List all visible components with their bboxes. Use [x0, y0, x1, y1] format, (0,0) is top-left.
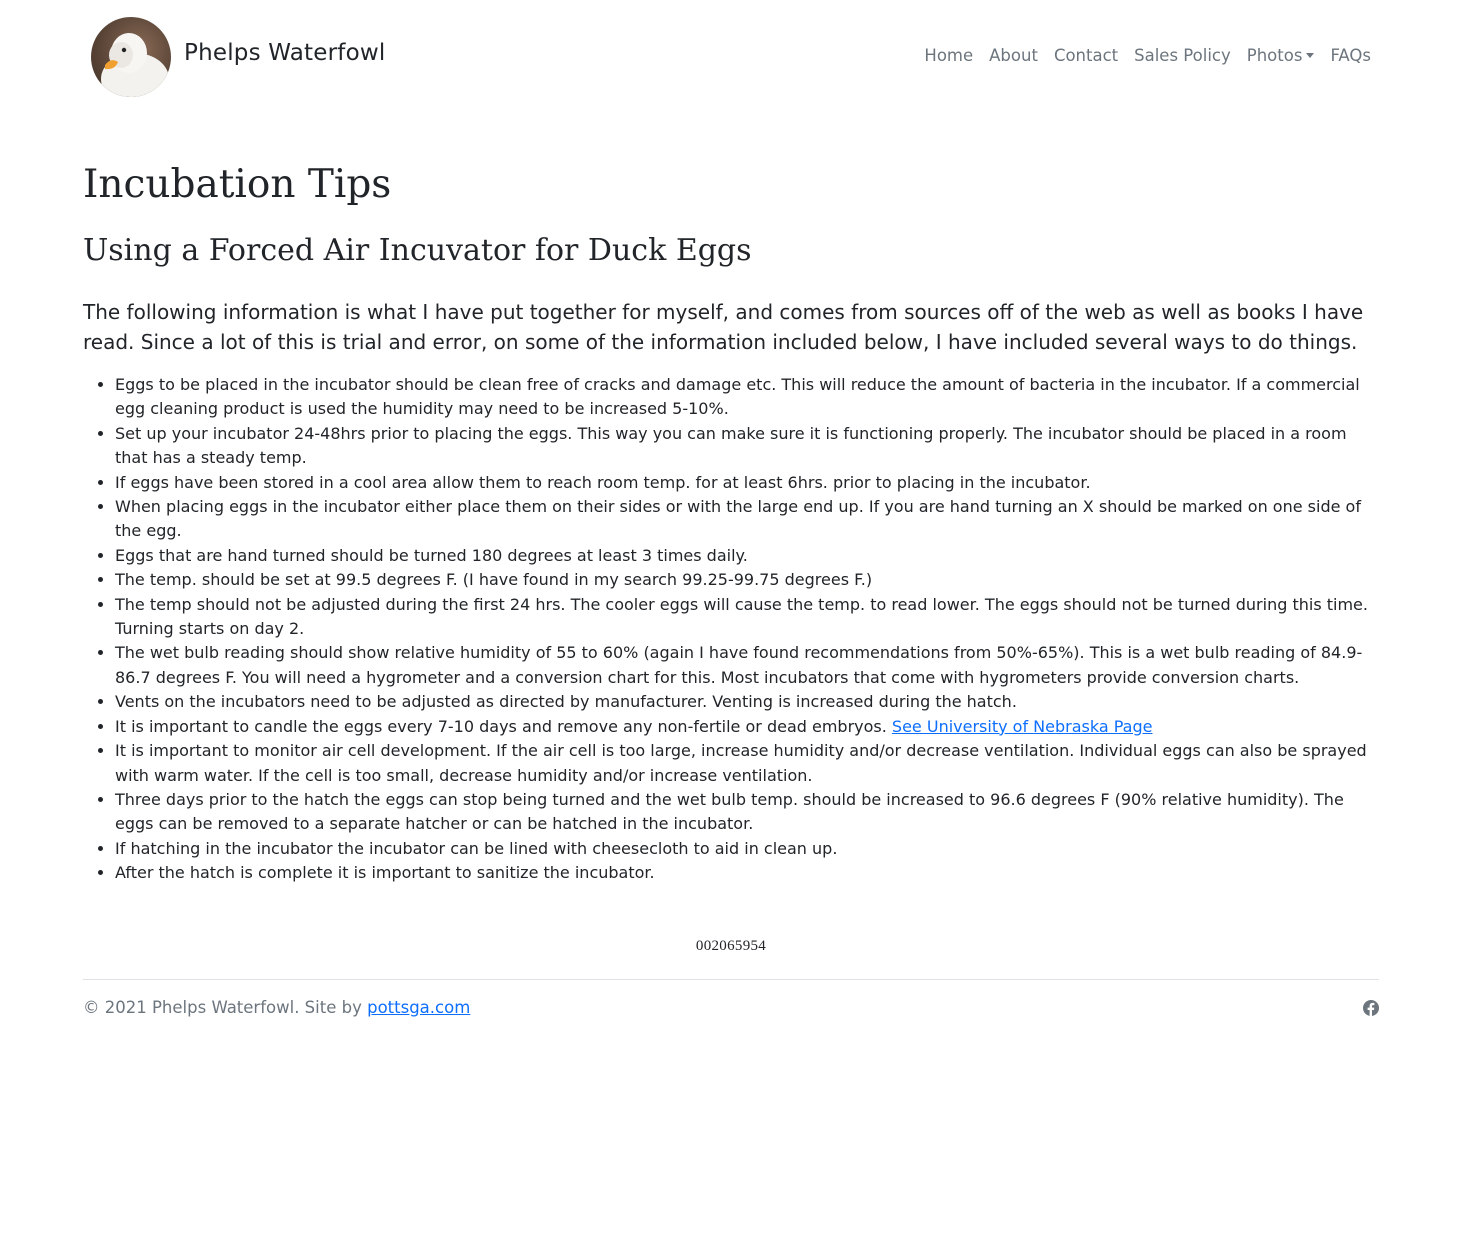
- list-item: Eggs that are hand turned should be turn…: [115, 544, 1379, 568]
- pottsga-link[interactable]: pottsga.com: [367, 998, 470, 1017]
- page-title: Incubation Tips: [83, 162, 392, 207]
- nav-home[interactable]: Home: [916, 46, 981, 65]
- list-item: If hatching in the incubator the incubat…: [115, 837, 1379, 861]
- duck-avatar[interactable]: [91, 17, 171, 97]
- nav-faqs[interactable]: FAQs: [1322, 46, 1379, 65]
- page-subtitle: Using a Forced Air Incuvator for Duck Eg…: [83, 233, 752, 268]
- nebraska-page-link[interactable]: See University of Nebraska Page: [892, 717, 1153, 736]
- site-header: Phelps Waterfowl Home About Contact Sale…: [83, 0, 1379, 116]
- list-item: After the hatch is complete it is import…: [115, 861, 1379, 885]
- list-item: The wet bulb reading should show relativ…: [115, 641, 1379, 690]
- brand[interactable]: Phelps Waterfowl: [91, 17, 385, 97]
- copyright-text: © 2021 Phelps Waterfowl. Site by: [83, 997, 368, 1017]
- facebook-icon[interactable]: [1363, 999, 1379, 1016]
- nav-contact[interactable]: Contact: [1046, 46, 1126, 65]
- chevron-down-icon: [1306, 53, 1315, 58]
- main-nav: Home About Contact Sales Policy Photos F…: [916, 46, 1379, 65]
- list-item: Vents on the incubators need to be adjus…: [115, 690, 1379, 714]
- tips-list: Eggs to be placed in the incubator shoul…: [83, 373, 1379, 886]
- list-item: The temp. should be set at 99.5 degrees …: [115, 568, 1379, 592]
- list-item: The temp should not be adjusted during t…: [115, 593, 1379, 642]
- site-footer: © 2021 Phelps Waterfowl. Site by pottsga…: [83, 978, 1379, 1036]
- brand-name[interactable]: Phelps Waterfowl: [184, 40, 385, 66]
- list-item: Eggs to be placed in the incubator shoul…: [115, 373, 1379, 422]
- list-item: Set up your incubator 24-48hrs prior to …: [115, 422, 1379, 471]
- list-item-text: It is important to candle the eggs every…: [115, 716, 892, 736]
- list-item: It is important to candle the eggs every…: [115, 715, 1379, 739]
- copyright: © 2021 Phelps Waterfowl. Site by pottsga…: [83, 998, 470, 1017]
- nav-photos-label: Photos: [1246, 46, 1303, 65]
- list-item: If eggs have been stored in a cool area …: [115, 471, 1379, 495]
- visitor-counter: 002065954: [695, 937, 767, 954]
- list-item: Three days prior to the hatch the eggs c…: [115, 788, 1379, 837]
- list-item: When placing eggs in the incubator eithe…: [115, 495, 1379, 544]
- nav-photos-dropdown[interactable]: Photos: [1239, 46, 1323, 65]
- list-item: It is important to monitor air cell deve…: [115, 739, 1379, 788]
- intro-paragraph: The following information is what I have…: [83, 300, 1364, 354]
- main-content: Incubation Tips Using a Forced Air Incuv…: [83, 163, 1379, 955]
- nav-about[interactable]: About: [981, 46, 1046, 65]
- nav-sales-policy[interactable]: Sales Policy: [1126, 46, 1239, 65]
